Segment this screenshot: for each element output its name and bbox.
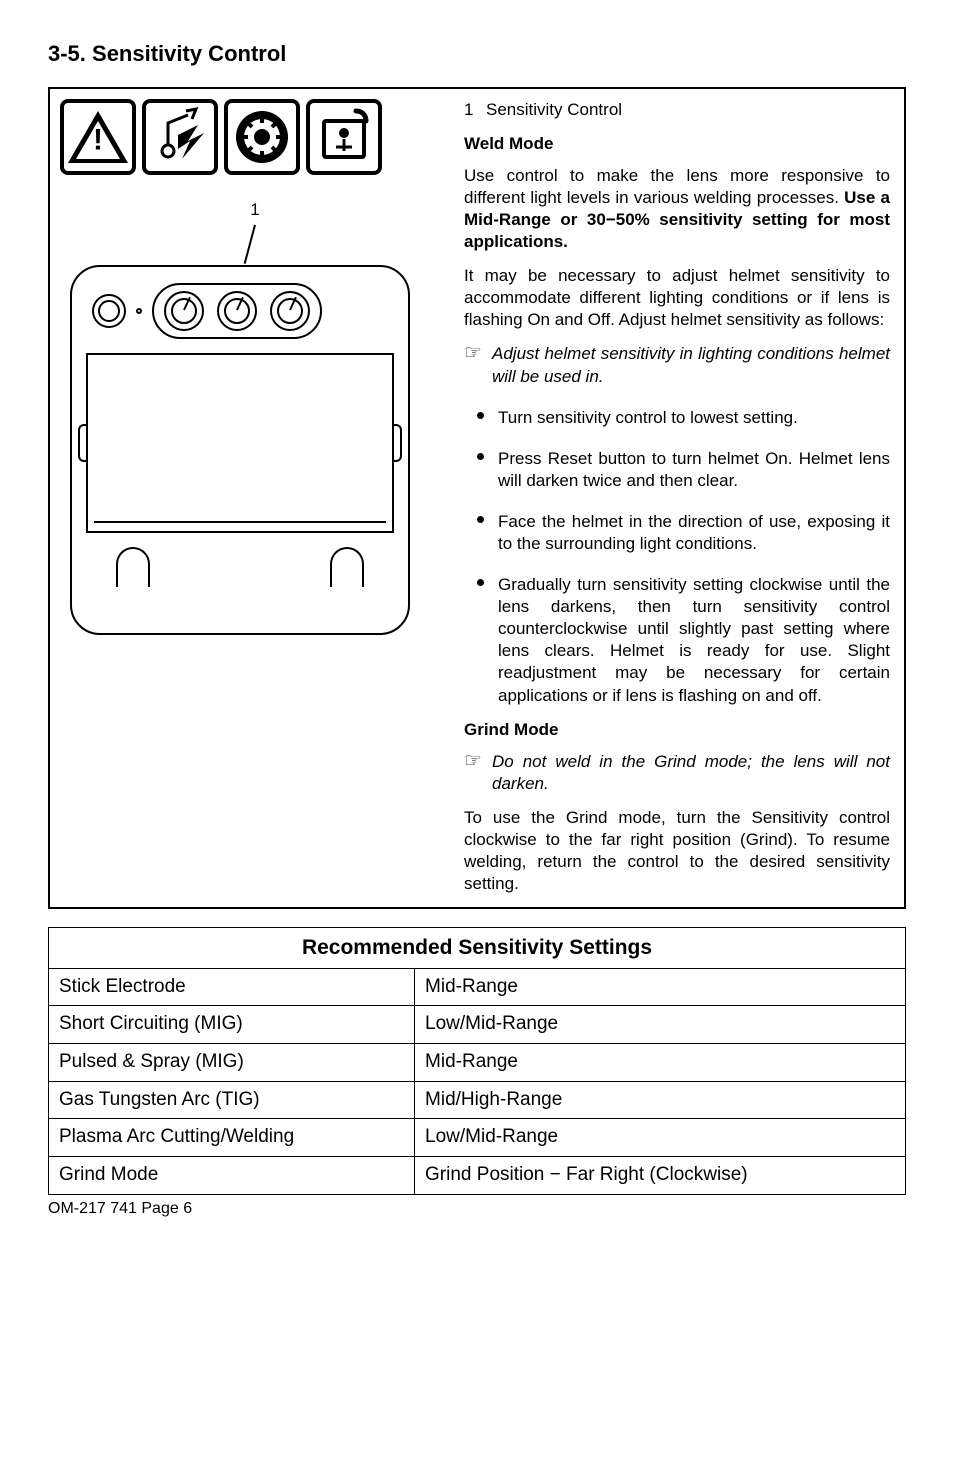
warning-icon-row: ! <box>60 99 450 175</box>
weld-mode-heading: Weld Mode <box>464 133 890 155</box>
reset-button-icon <box>92 294 126 328</box>
bullet-list: Turn sensitivity control to lowest setti… <box>464 400 890 707</box>
knob-icon <box>270 291 310 331</box>
page-footer: OM-217 741 Page 6 <box>48 1199 906 1220</box>
helmet-control-diagram <box>70 265 410 635</box>
paragraph: Use control to make the lens more respon… <box>464 165 890 253</box>
knob-icon <box>164 291 204 331</box>
table-row: Stick ElectrodeMid-Range <box>49 968 906 1006</box>
description-column: 1Sensitivity Control Weld Mode Use contr… <box>450 99 894 898</box>
knob-icon <box>217 291 257 331</box>
paragraph: To use the Grind mode, turn the Sensitiv… <box>464 807 890 895</box>
note-pointer-icon: ☞ <box>464 751 492 795</box>
figure-left-column: ! 1 <box>60 99 450 898</box>
list-item: Face the helmet in the direction of use,… <box>498 504 890 555</box>
paragraph: It may be necessary to adjust helmet sen… <box>464 265 890 331</box>
note: ☞ Do not weld in the Grind mode; the len… <box>464 751 890 795</box>
section-title: 3-5. Sensitivity Control <box>48 40 906 69</box>
list-item: Press Reset button to turn helmet On. He… <box>498 441 890 492</box>
warning-triangle-icon: ! <box>60 99 136 175</box>
callout-number: 1 <box>60 199 450 221</box>
electric-shock-icon <box>142 99 218 175</box>
callout-leader-line <box>244 224 256 263</box>
callout: 1 <box>60 199 450 265</box>
mount-foot-icon <box>116 547 150 587</box>
indicator-dot-icon <box>136 308 142 314</box>
lens-window <box>86 353 394 533</box>
table-row: Short Circuiting (MIG)Low/Mid-Range <box>49 1006 906 1044</box>
table-row: Pulsed & Spray (MIG)Mid-Range <box>49 1043 906 1081</box>
arc-rays-icon <box>224 99 300 175</box>
grind-mode-heading: Grind Mode <box>464 719 890 741</box>
read-manual-icon <box>306 99 382 175</box>
knob-group <box>152 283 322 339</box>
main-figure-box: ! 1 <box>48 87 906 910</box>
list-item: Turn sensitivity control to lowest setti… <box>498 400 890 429</box>
note: ☞ Adjust helmet sensitivity in lighting … <box>464 343 890 387</box>
list-item: Gradually turn sensitivity setting clock… <box>498 567 890 707</box>
sensitivity-settings-table: Recommended Sensitivity Settings Stick E… <box>48 927 906 1194</box>
item-label-row: 1Sensitivity Control <box>464 99 890 121</box>
table-row: Plasma Arc Cutting/WeldingLow/Mid-Range <box>49 1119 906 1157</box>
mount-foot-icon <box>330 547 364 587</box>
note-pointer-icon: ☞ <box>464 343 492 387</box>
table-row: Grind ModeGrind Position − Far Right (Cl… <box>49 1157 906 1195</box>
table-row: Gas Tungsten Arc (TIG)Mid/High-Range <box>49 1081 906 1119</box>
table-title: Recommended Sensitivity Settings <box>49 928 906 968</box>
